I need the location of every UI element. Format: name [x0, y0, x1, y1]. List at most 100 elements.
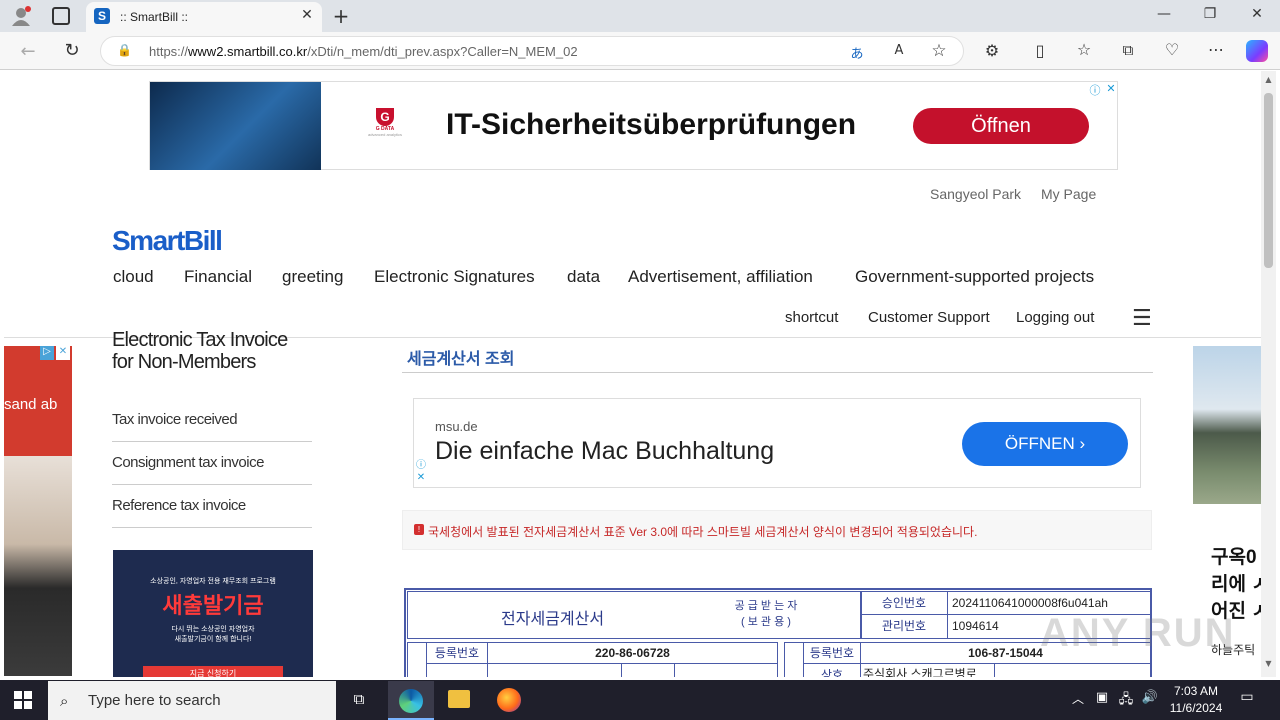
anyrun-watermark: ANY RUN: [1040, 611, 1236, 655]
browser-essentials-icon[interactable]: ♡: [1162, 40, 1182, 60]
taskbar-edge-button[interactable]: [388, 681, 434, 720]
banner-line1: 소상공인, 자영업자 전용 재무조회 프로그램: [150, 578, 276, 585]
sidebar-banner[interactable]: 소상공인, 자영업자 전용 재무조회 프로그램 새출발기금 다시 뛰는 소상공인…: [113, 550, 313, 677]
approval-label: 승인번호: [860, 591, 948, 615]
nav-electronic-signatures[interactable]: Electronic Signatures: [374, 267, 535, 287]
chevron-right-icon: ›: [1079, 434, 1086, 453]
collections-icon[interactable]: ⧉: [1118, 41, 1138, 61]
start-windows-icon[interactable]: [14, 691, 32, 709]
customer-support-link[interactable]: Customer Support: [868, 309, 990, 326]
page-scrollbar[interactable]: ▲ ▼: [1261, 71, 1276, 677]
network-icon[interactable]: 🖧: [1118, 690, 1134, 708]
smartbill-favicon: S: [94, 8, 110, 24]
close-window-icon[interactable]: ✕: [1245, 6, 1269, 26]
firefox-icon[interactable]: [497, 688, 521, 712]
tray-device-icon[interactable]: ▣: [1094, 690, 1110, 708]
sub-nav: shortcut Customer Support Logging out ☰: [4, 306, 1261, 331]
edge-icon: [399, 689, 423, 713]
ad-info-icon[interactable]: ⓘ: [1088, 82, 1102, 97]
sidebar-item-consignment[interactable]: Consignment tax invoice: [112, 442, 312, 485]
search-icon: ⌕: [60, 692, 69, 710]
volume-icon[interactable]: 🔊: [1141, 690, 1159, 708]
notifications-icon[interactable]: ▭: [1238, 689, 1256, 709]
hamburger-menu-icon[interactable]: ☰: [1132, 306, 1152, 331]
new-tab-icon[interactable]: +: [330, 4, 352, 28]
banner-line2: 다시 뛰는 소상공인 자영업자: [171, 626, 255, 633]
smartbill-logo[interactable]: SmartBill: [112, 225, 223, 257]
shortcut-link[interactable]: shortcut: [785, 309, 838, 326]
copilot-icon[interactable]: [1246, 40, 1268, 62]
notice-alert-icon: !: [414, 524, 424, 535]
supplier-row2-cell-b: [621, 663, 675, 677]
ad-close-icon[interactable]: ✕: [1104, 82, 1118, 96]
section-title: 세금계산서 조회: [407, 351, 515, 368]
middle-ad-close-icon[interactable]: ✕: [414, 472, 428, 486]
middle-ad-button-label: ÖFFNEN: [1004, 434, 1075, 453]
address-bar[interactable]: 🔒 https://www2.smartbill.co.kr/xDti/n_me…: [100, 36, 964, 66]
read-aloud-icon[interactable]: A: [889, 43, 909, 61]
refresh-icon[interactable]: ↻: [60, 40, 84, 62]
scroll-thumb[interactable]: [1264, 93, 1273, 268]
extensions-icon[interactable]: ⚙: [982, 41, 1002, 61]
url-prefix: https://: [149, 44, 189, 59]
nav-cloud[interactable]: cloud: [113, 267, 154, 287]
tab-active[interactable]: S :: SmartBill :: ✕: [86, 2, 322, 32]
middle-ad[interactable]: msu.de Die einfache Mac Buchhaltung ÖFFN…: [413, 398, 1141, 488]
tab-title: :: SmartBill ::: [120, 10, 189, 24]
close-tab-icon[interactable]: ✕: [298, 7, 316, 25]
clock-date: 11/6/2024: [1169, 701, 1223, 715]
scroll-up-icon[interactable]: ▲: [1263, 75, 1274, 86]
middle-ad-info-icon[interactable]: ⓘ: [414, 456, 428, 471]
left-ad-info-icon[interactable]: ▷: [40, 346, 54, 360]
right-ad-text1: 구옥0: [1211, 547, 1257, 568]
buyer-name-label: 상호: [803, 663, 861, 677]
favorite-star-icon[interactable]: ☆: [929, 41, 949, 61]
invoice-subtitle: 공 급 받 는 자 ( 보 관 용 ): [706, 598, 826, 630]
banner-title: 새출발기금: [162, 593, 264, 618]
more-menu-icon[interactable]: ⋯: [1206, 40, 1226, 60]
banner-apply-button[interactable]: 지금 신청하기: [143, 666, 283, 677]
restore-icon[interactable]: ❐: [1198, 6, 1222, 26]
url-text: https://www2.smartbill.co.kr/xDti/n_mem/…: [149, 44, 578, 59]
gdata-sub: advanced analytics: [367, 132, 403, 137]
top-ad-banner[interactable]: G G DATA advanced analytics IT-Sicherhei…: [149, 81, 1118, 170]
middle-ad-button[interactable]: ÖFFNEN ›: [962, 422, 1128, 466]
favorites-icon[interactable]: ☆: [1074, 40, 1094, 60]
nav-data[interactable]: data: [567, 267, 600, 287]
ad-photo: [150, 82, 321, 170]
left-side-ad[interactable]: sand ab ▷ ✕: [4, 346, 72, 676]
nav-advertisement[interactable]: Advertisement, affiliation: [628, 267, 813, 287]
back-icon[interactable]: ←: [16, 41, 40, 62]
supplier-row2-cell-a: [487, 663, 622, 677]
nav-financial[interactable]: Financial: [184, 267, 252, 287]
profile-icon[interactable]: [10, 6, 32, 26]
nav-government-projects[interactable]: Government-supported projects: [855, 267, 1094, 287]
translate-icon[interactable]: あ: [847, 43, 867, 62]
notice-box: ! 국세청에서 발표된 전자세금계산서 표준 Ver 3.0에 따라 스마트빌 …: [402, 510, 1152, 550]
nav-greeting[interactable]: greeting: [282, 267, 343, 287]
file-explorer-icon[interactable]: [448, 690, 470, 708]
ad-open-button[interactable]: Öffnen: [913, 108, 1089, 144]
task-view-icon[interactable]: ⧉: [349, 690, 369, 710]
user-name[interactable]: Sangyeol Park: [930, 186, 1021, 202]
taskbar-clock[interactable]: 7:03 AM 11/6/2024: [1164, 683, 1228, 717]
clock-time: 7:03 AM: [1173, 684, 1219, 698]
sidebar-item-reference[interactable]: Reference tax invoice: [112, 485, 312, 528]
supplier-side-cell: [407, 642, 427, 677]
logout-link[interactable]: Logging out: [1016, 309, 1094, 326]
left-ad-close-icon[interactable]: ✕: [56, 346, 70, 360]
supplier-reg-label: 등록번호: [426, 642, 488, 664]
tray-chevron-up-icon[interactable]: ︿: [1070, 690, 1086, 708]
tab-actions-icon[interactable]: [52, 7, 70, 25]
scroll-down-icon[interactable]: ▼: [1263, 659, 1274, 670]
minimize-icon[interactable]: —: [1152, 6, 1176, 26]
sidebar-item-received[interactable]: Tax invoice received: [112, 399, 312, 442]
buyer-side-cell: [784, 642, 804, 677]
buyer-reg-label: 등록번호: [803, 642, 861, 664]
sidebar-title: Electronic Tax Invoice for Non-Members: [112, 329, 288, 373]
mgmt-label: 관리번호: [860, 614, 948, 639]
taskbar-search-box[interactable]: ⌕ Type here to search: [48, 681, 336, 720]
my-page-link[interactable]: My Page: [1041, 186, 1096, 202]
sidebar-title-line1: Electronic Tax Invoice: [112, 329, 288, 351]
split-screen-icon[interactable]: ▯: [1030, 41, 1050, 61]
